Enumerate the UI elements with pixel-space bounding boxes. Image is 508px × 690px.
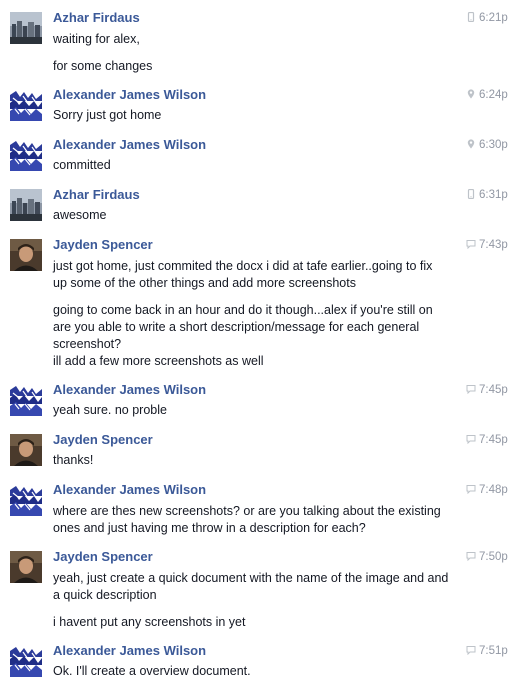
author-name[interactable]: Jayden Spencer xyxy=(53,237,153,252)
timestamp: 6:31p xyxy=(466,189,508,203)
author-name[interactable]: Azhar Firdaus xyxy=(53,187,140,202)
message-text: going to come back in an hour and do it … xyxy=(53,303,433,317)
message-text: thanks! xyxy=(53,453,94,467)
author-name[interactable]: Alexander James Wilson xyxy=(53,137,206,152)
message-text: a quick description xyxy=(53,588,157,602)
timestamp: 7:51p xyxy=(466,645,508,659)
message-text: up some of the other things and add more… xyxy=(53,276,356,290)
time-label: 7:43p xyxy=(479,239,508,251)
chat-bubble-icon xyxy=(466,240,476,249)
time-label: 6:21p xyxy=(479,12,508,24)
chat-thread: Azhar Firdaus 6:21p waiting for alex, fo… xyxy=(0,0,508,690)
time-label: 6:31p xyxy=(479,189,508,201)
message-text: Sorry just got home xyxy=(53,108,162,122)
time-label: 7:45p xyxy=(479,434,508,446)
message-text: awesome xyxy=(53,208,107,222)
chat-bubble-icon xyxy=(466,552,476,561)
author-name[interactable]: Alexander James Wilson xyxy=(53,87,206,102)
mobile-icon xyxy=(467,12,475,22)
message-text: yeah sure. no proble xyxy=(53,403,167,417)
chat-bubble-icon xyxy=(466,385,476,394)
message-text: are you able to write a short descriptio… xyxy=(53,320,420,334)
author-name[interactable]: Jayden Spencer xyxy=(53,432,153,447)
avatar[interactable] xyxy=(10,551,42,583)
location-pin-icon xyxy=(467,139,475,149)
avatar[interactable] xyxy=(10,89,42,121)
message-text: waiting for alex, xyxy=(53,32,140,46)
timestamp: 7:45p xyxy=(466,384,508,398)
chat-bubble-icon xyxy=(466,485,476,494)
time-label: 7:51p xyxy=(479,645,508,657)
timestamp: 7:43p xyxy=(466,239,508,253)
timestamp: 7:45p xyxy=(466,434,508,448)
avatar[interactable] xyxy=(10,484,42,516)
timestamp: 6:21p xyxy=(466,12,508,26)
message-text: for some changes xyxy=(53,59,153,73)
timestamp: 6:24p xyxy=(466,89,508,103)
avatar[interactable] xyxy=(10,434,42,466)
message-text: Ok. I'll create a overview document. xyxy=(53,664,251,678)
message-text: yeah, just create a quick document with … xyxy=(53,571,449,585)
message-text: i havent put any screenshots in yet xyxy=(53,615,246,629)
author-name[interactable]: Alexander James Wilson xyxy=(53,643,206,658)
avatar[interactable] xyxy=(10,384,42,416)
author-name[interactable]: Jayden Spencer xyxy=(53,549,153,564)
chat-bubble-icon xyxy=(466,435,476,444)
time-label: 6:24p xyxy=(479,89,508,101)
message-text: screenshot? xyxy=(53,337,122,351)
time-label: 7:45p xyxy=(479,384,508,396)
chat-bubble-icon xyxy=(466,646,476,655)
location-pin-icon xyxy=(467,89,475,99)
message-text: where are thes new screenshots? or are y… xyxy=(53,504,441,518)
avatar[interactable] xyxy=(10,189,42,221)
timestamp: 6:30p xyxy=(466,139,508,153)
avatar[interactable] xyxy=(10,12,42,44)
time-label: 7:48p xyxy=(479,484,508,496)
avatar[interactable] xyxy=(10,239,42,271)
timestamp: 7:50p xyxy=(466,551,508,565)
message-text: ones and just having me throw in a descr… xyxy=(53,521,366,535)
message-text: committed xyxy=(53,158,111,172)
author-name[interactable]: Alexander James Wilson xyxy=(53,482,206,497)
author-name[interactable]: Alexander James Wilson xyxy=(53,382,206,397)
mobile-icon xyxy=(467,189,475,199)
message-text: just got home, just commited the docx i … xyxy=(53,259,433,273)
avatar[interactable] xyxy=(10,139,42,171)
time-label: 7:50p xyxy=(479,551,508,563)
time-label: 6:30p xyxy=(479,139,508,151)
message-text: ill add a few more screenshots as well xyxy=(53,354,264,368)
author-name[interactable]: Azhar Firdaus xyxy=(53,10,140,25)
timestamp: 7:48p xyxy=(466,484,508,498)
avatar[interactable] xyxy=(10,645,42,677)
